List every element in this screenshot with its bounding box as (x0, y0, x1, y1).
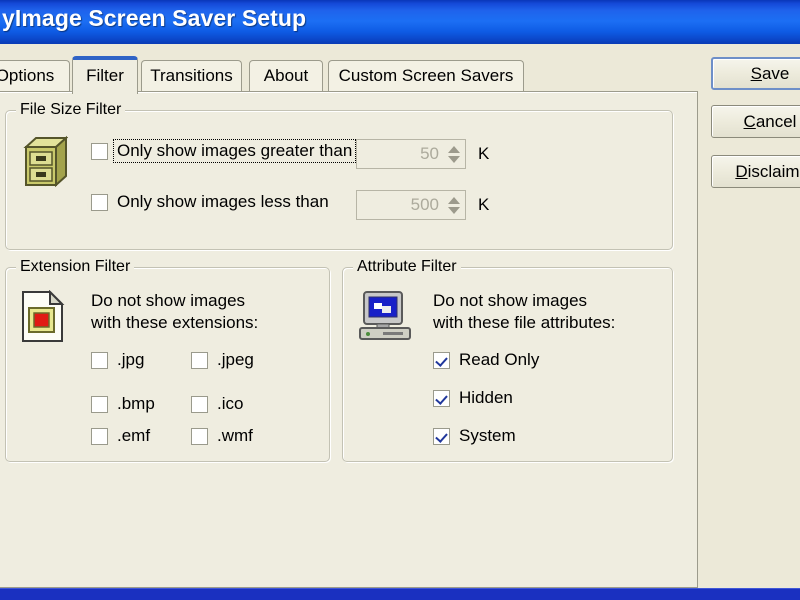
attr-system-label[interactable]: System (459, 427, 516, 445)
cancel-button[interactable]: Cancel (711, 105, 800, 138)
ext-jpg-row[interactable]: .jpg (91, 351, 144, 369)
extension-filter-label: Extension Filter (16, 258, 135, 276)
ext-emf-checkbox[interactable] (91, 427, 108, 445)
ext-jpeg-label[interactable]: .jpeg (217, 351, 254, 369)
ext-ico-label[interactable]: .ico (217, 395, 243, 413)
tab-transitions[interactable]: Transitions (141, 60, 242, 92)
screensaver-setup-window: yImage Screen Saver Setup Options Filter… (0, 0, 800, 600)
tab-custom-screen-savers[interactable]: Custom Screen Savers (328, 60, 524, 92)
save-button[interactable]: Save (711, 57, 800, 90)
attr-read-only-label[interactable]: Read Only (459, 351, 539, 369)
ext-jpeg-row[interactable]: .jpeg (191, 351, 254, 369)
file-size-filter-group: File Size Filter Only show images greate… (5, 101, 673, 250)
title-bar: yImage Screen Saver Setup (0, 0, 800, 44)
window-title: yImage Screen Saver Setup (2, 5, 307, 31)
less-than-size-value: 500 (410, 195, 439, 214)
attr-read-only-row[interactable]: Read Only (433, 351, 539, 369)
less-than-size-spinner[interactable]: 500 (356, 190, 466, 220)
filter-tab-panel: File Size Filter Only show images greate… (0, 91, 698, 588)
attribute-filter-desc-line2: with these file attributes: (433, 313, 616, 332)
attribute-filter-label: Attribute Filter (353, 258, 461, 276)
attribute-filter-desc-line1: Do not show images (433, 291, 588, 310)
ext-emf-row[interactable]: .emf (91, 427, 150, 445)
tab-options[interactable]: Options (0, 60, 70, 92)
ext-jpg-label[interactable]: .jpg (117, 351, 144, 369)
ext-emf-label[interactable]: .emf (117, 427, 150, 445)
only-show-greater-checkbox[interactable] (91, 142, 108, 160)
ext-ico-row[interactable]: .ico (191, 395, 243, 413)
ext-ico-checkbox[interactable] (191, 395, 208, 413)
filing-cabinet-icon (22, 135, 69, 192)
extension-filter-group: Extension Filter Do not show images with… (5, 258, 330, 462)
tab-strip: Options Filter Transitions About Custom … (0, 44, 700, 94)
attr-hidden-label[interactable]: Hidden (459, 389, 513, 407)
disclaimer-button[interactable]: Disclaimer (711, 155, 800, 188)
less-than-spin-buttons[interactable] (445, 192, 462, 218)
spin-down-icon[interactable] (447, 155, 460, 163)
ext-wmf-label[interactable]: .wmf (217, 427, 253, 445)
ext-wmf-row[interactable]: .wmf (191, 427, 253, 445)
only-show-less-label[interactable]: Only show images less than (117, 193, 329, 211)
extension-filter-desc-line2: with these extensions: (91, 313, 259, 332)
attr-hidden-row[interactable]: Hidden (433, 389, 513, 407)
attr-system-checkbox[interactable] (433, 427, 450, 445)
ext-wmf-checkbox[interactable] (191, 427, 208, 445)
extension-filter-desc-line1: Do not show images (91, 291, 246, 310)
ext-jpg-checkbox[interactable] (91, 351, 108, 369)
only-show-less-checkbox[interactable] (91, 193, 108, 211)
tab-about[interactable]: About (249, 60, 323, 92)
file-size-filter-label: File Size Filter (16, 101, 126, 119)
cancel-button-label: Cancel (743, 112, 797, 131)
ext-bmp-row[interactable]: .bmp (91, 395, 155, 413)
greater-than-size-spinner[interactable]: 50 (356, 139, 466, 169)
only-show-greater-label[interactable]: Only show images greater than (112, 139, 357, 163)
attr-read-only-checkbox[interactable] (433, 351, 450, 369)
attribute-filter-group: Attribute Filter Do not show images with… (342, 258, 673, 462)
ext-bmp-checkbox[interactable] (91, 395, 108, 413)
greater-than-size-value: 50 (420, 144, 439, 163)
computer-monitor-icon (357, 290, 413, 347)
tab-filter[interactable]: Filter (72, 56, 138, 94)
only-show-less-row[interactable]: Only show images less than (91, 193, 329, 211)
attr-system-row[interactable]: System (433, 427, 516, 445)
disclaimer-button-label: Disclaimer (735, 162, 800, 181)
spin-down-icon[interactable] (447, 206, 460, 214)
ext-jpeg-checkbox[interactable] (191, 351, 208, 369)
image-file-icon (20, 289, 66, 349)
bottom-blue-strip (0, 588, 800, 600)
greater-than-spin-buttons[interactable] (445, 141, 462, 167)
attr-hidden-checkbox[interactable] (433, 389, 450, 407)
ext-bmp-label[interactable]: .bmp (117, 395, 155, 413)
spin-up-icon[interactable] (447, 196, 460, 204)
spin-up-icon[interactable] (447, 145, 460, 153)
only-show-greater-row[interactable]: Only show images greater than (91, 139, 357, 163)
greater-than-unit-label: K (478, 144, 490, 163)
less-than-unit-label: K (478, 195, 490, 214)
save-button-label: Save (750, 64, 790, 83)
